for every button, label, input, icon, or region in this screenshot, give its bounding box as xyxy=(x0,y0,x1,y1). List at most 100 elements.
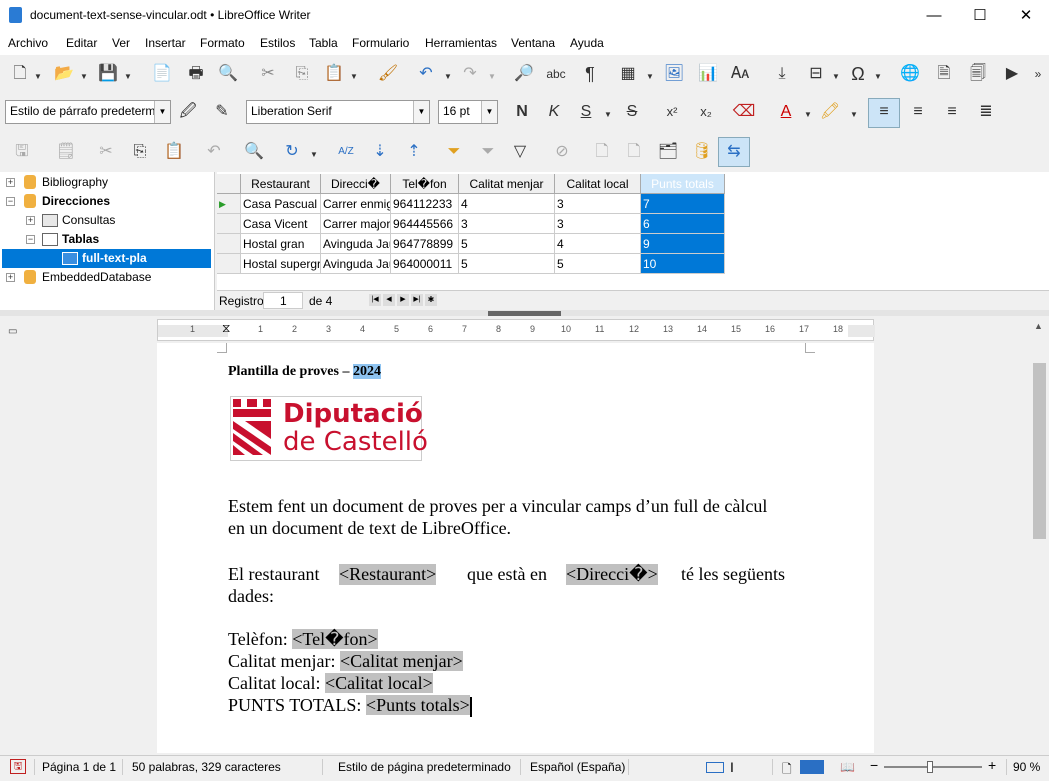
book-view-icon[interactable]: 📖 xyxy=(840,760,855,774)
undo-icon[interactable]: ↶ xyxy=(202,141,226,165)
sort-descending-icon[interactable]: ⇡ xyxy=(402,141,426,165)
edit-data-icon[interactable]: 🗒 xyxy=(54,141,78,165)
row-header[interactable] xyxy=(217,214,241,234)
menu-ver[interactable]: Ver xyxy=(112,36,130,50)
font-name-select[interactable]: Liberation Serif ▼ xyxy=(246,100,430,124)
grid-cell[interactable]: Carrer enmig xyxy=(321,194,391,214)
font-size-select[interactable]: 16 pt ▼ xyxy=(438,100,498,124)
grid-cell[interactable]: 5 xyxy=(459,254,555,274)
superscript-icon[interactable]: x² xyxy=(660,101,684,125)
tree-item-direcciones[interactable]: Direcciones xyxy=(42,192,110,211)
tree-item-tablas[interactable]: Tablas xyxy=(62,230,99,249)
justify-icon[interactable]: ≣ xyxy=(974,101,998,125)
export-pdf-icon[interactable]: 📄 xyxy=(150,63,174,87)
menu-editar[interactable]: Editar xyxy=(66,36,97,50)
menu-ayuda[interactable]: Ayuda xyxy=(570,36,604,50)
row-header[interactable] xyxy=(217,254,241,274)
data-to-text-icon[interactable]: 🗋 xyxy=(590,141,614,165)
menu-tabla[interactable]: Tabla xyxy=(309,36,338,50)
subscript-icon[interactable]: x₂ xyxy=(694,101,718,125)
collapse-icon[interactable]: − xyxy=(6,197,15,206)
grid-cell[interactable]: 4 xyxy=(555,234,641,254)
row-header[interactable] xyxy=(217,234,241,254)
grid-cell[interactable]: Carrer major xyxy=(321,214,391,234)
grid-cell[interactable]: 964000011 xyxy=(391,254,459,274)
bold-icon[interactable]: N xyxy=(510,101,534,125)
grid-cell[interactable]: Hostal supergr xyxy=(241,254,321,274)
column-header-selected[interactable]: Punts totals xyxy=(641,174,725,194)
redo-icon[interactable]: ↷ xyxy=(458,63,482,87)
zoom-level[interactable]: 90 % xyxy=(1013,760,1040,774)
mail-merge-icon[interactable]: 🗂 xyxy=(656,141,680,165)
multi-page-view-icon[interactable] xyxy=(800,760,824,774)
italic-icon[interactable]: K xyxy=(542,101,566,125)
grid-cell[interactable]: 3 xyxy=(555,214,641,234)
autofilter-icon[interactable]: ⏷ xyxy=(442,141,466,165)
hyperlink-icon[interactable]: 🌐 xyxy=(898,63,922,87)
grid-cell-selected[interactable]: 6 xyxy=(641,214,725,234)
grid-cell[interactable]: 5 xyxy=(459,234,555,254)
grid-cell[interactable]: 3 xyxy=(459,214,555,234)
strikethrough-icon[interactable]: S xyxy=(620,101,644,125)
menu-ventana[interactable]: Ventana xyxy=(511,36,555,50)
paste-icon[interactable]: 📋 xyxy=(322,63,346,87)
menu-formulario[interactable]: Formulario xyxy=(352,36,409,50)
column-header[interactable]: Tel�fon xyxy=(391,174,459,194)
tree-item-full-text-pla[interactable]: full-text-pla xyxy=(82,249,147,268)
scrollbar-thumb[interactable] xyxy=(1033,363,1046,539)
menu-formato[interactable]: Formato xyxy=(200,36,245,50)
cut-icon[interactable]: ✂ xyxy=(256,63,280,87)
grid-cell[interactable]: Casa Pascual xyxy=(241,194,321,214)
save-record-icon[interactable]: 🖫 xyxy=(10,141,34,165)
single-page-view-icon[interactable]: 🗋 xyxy=(782,760,792,781)
close-button[interactable]: ✕ xyxy=(1003,0,1049,31)
endnote-icon[interactable]: 🗐 xyxy=(966,63,990,87)
previous-record-icon[interactable]: ◀ xyxy=(383,294,395,306)
insert-table-icon[interactable]: ▦ xyxy=(616,63,640,87)
undo-icon[interactable]: ↶ xyxy=(414,63,438,87)
data-source-icon[interactable]: 🛢 xyxy=(690,141,714,165)
indent-marker-icon[interactable]: ⧖ xyxy=(222,321,230,336)
sort-ascending-icon[interactable]: ⇣ xyxy=(368,141,392,165)
grid-cell[interactable]: 964445566 xyxy=(391,214,459,234)
data-to-fields-icon[interactable]: 🗋 xyxy=(622,141,646,165)
collapse-icon[interactable]: − xyxy=(26,235,35,244)
underline-icon[interactable]: S xyxy=(574,101,598,125)
footnote-icon[interactable]: 🗎 xyxy=(932,63,956,87)
column-header[interactable]: Restaurant xyxy=(241,174,321,194)
apply-filter-icon[interactable]: ⏷ xyxy=(476,141,500,165)
record-number-input[interactable]: 1 xyxy=(263,292,303,309)
clear-formatting-icon[interactable]: ⌫ xyxy=(732,101,756,125)
grid-cell[interactable]: 5 xyxy=(555,254,641,274)
find-record-icon[interactable]: 🔍 xyxy=(242,141,266,165)
align-right-icon[interactable]: ≡ xyxy=(940,101,964,125)
copy-icon[interactable]: ⎘ xyxy=(128,141,152,165)
zoom-slider[interactable] xyxy=(884,766,982,768)
scroll-up-icon[interactable]: ▲ xyxy=(1034,321,1043,331)
update-style-icon[interactable]: 🖉 xyxy=(176,101,200,125)
insert-chart-icon[interactable]: 📊 xyxy=(696,63,720,87)
copy-icon[interactable]: ⎘ xyxy=(290,63,314,87)
print-preview-icon[interactable]: 🔍 xyxy=(216,63,240,87)
insert-image-icon[interactable]: 🖼 xyxy=(662,63,686,87)
tree-item-embeddeddatabase[interactable]: EmbeddedDatabase xyxy=(42,268,151,287)
open-folder-icon[interactable]: 📂 xyxy=(52,63,76,87)
print-icon[interactable]: 🖶 xyxy=(184,63,208,87)
splitter[interactable] xyxy=(0,310,1049,316)
paragraph-style-select[interactable]: Estilo de párrafo predetermin ▼ xyxy=(5,100,171,124)
grid-cell[interactable]: 4 xyxy=(459,194,555,214)
grid-cell[interactable]: 3 xyxy=(555,194,641,214)
new-style-icon[interactable]: ✎ xyxy=(210,101,234,125)
maximize-button[interactable]: ☐ xyxy=(957,0,1003,31)
tree-item-consultas[interactable]: Consultas xyxy=(62,211,115,230)
new-record-icon[interactable]: ✱ xyxy=(425,294,437,306)
splitter-handle[interactable] xyxy=(488,311,561,316)
expand-icon[interactable]: + xyxy=(6,273,15,282)
field-punts-totals[interactable]: <Punts totals> xyxy=(365,695,470,715)
toolbar-overflow-icon[interactable]: » xyxy=(1026,63,1049,87)
find-replace-icon[interactable]: 🔎 xyxy=(512,63,536,87)
tree-item-bibliography[interactable]: Bibliography xyxy=(42,173,108,192)
next-record-icon[interactable]: ▶ xyxy=(397,294,409,306)
align-center-icon[interactable]: ≡ xyxy=(906,101,930,125)
paste-icon[interactable]: 📋 xyxy=(162,141,186,165)
